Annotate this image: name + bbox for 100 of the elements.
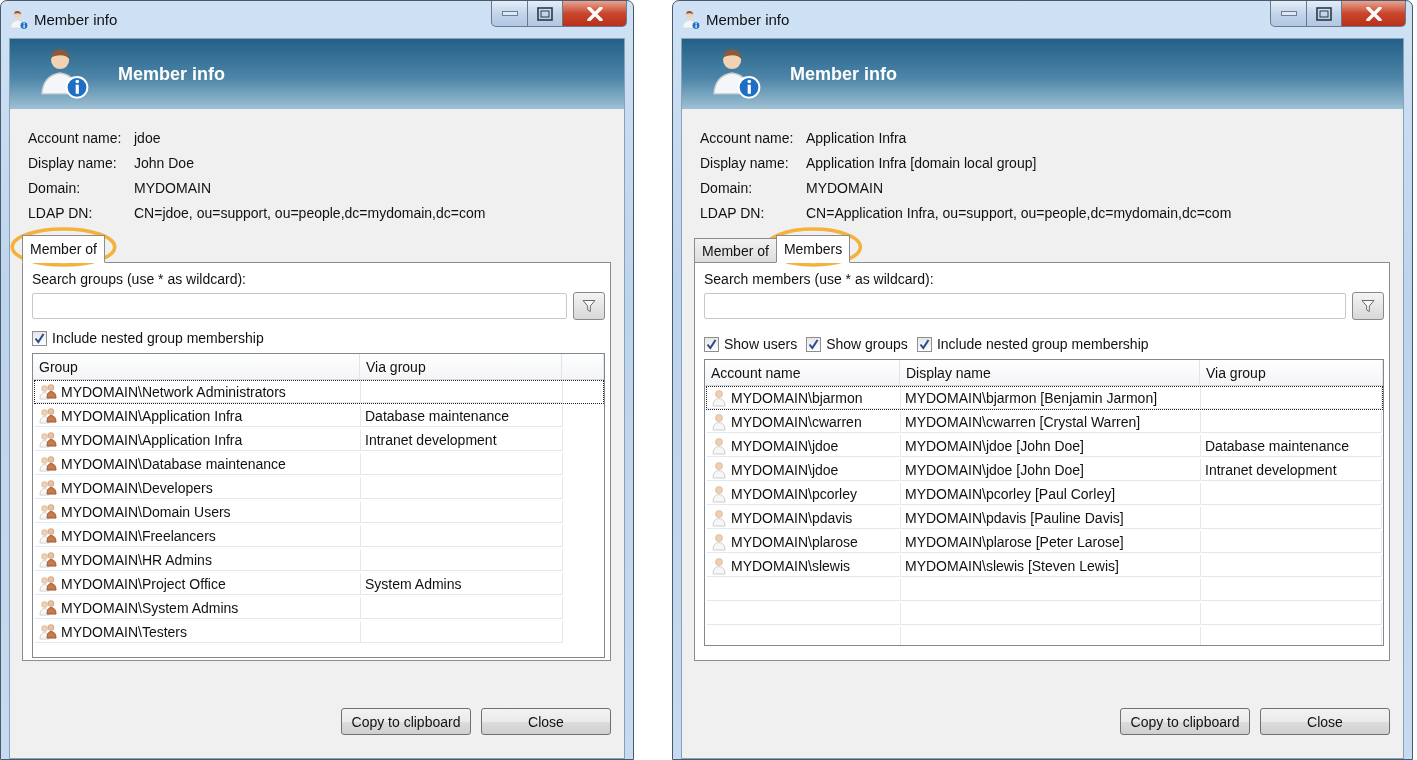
checkbox[interactable] [806,336,822,352]
group-icon [39,574,57,593]
table-row[interactable]: MYDOMAIN\Application Infra Intranet development [34,428,604,452]
table-cell: Intranet development [365,431,497,448]
field-label: Account name: [700,129,795,146]
checkbox-label: Show groups [826,336,908,352]
filter-button[interactable] [1352,292,1384,320]
table-row[interactable]: MYDOMAIN\cwarren MYDOMAIN\cwarren [Crystal Warren] [706,410,1383,434]
copy-button[interactable]: Copy to clipboard [341,708,471,735]
table-row[interactable]: MYDOMAIN\Domain Users [34,500,604,524]
filter-button[interactable] [573,292,605,320]
table-cell: MYDOMAIN\System Admins [61,599,239,616]
minimize-icon [1280,10,1297,17]
window-title: Member info [706,11,790,28]
field-value: Application Infra [806,129,908,146]
checkbox[interactable] [32,330,47,346]
user-info-icon [710,46,762,99]
group-icon [39,550,57,569]
funnel-icon [582,299,596,313]
table-cell: Intranet development [1205,461,1337,478]
table-row[interactable]: MYDOMAIN\Network Administrators [34,380,604,404]
maximize-button[interactable] [527,1,563,27]
field-value: jdoe [134,129,162,146]
table-cell: MYDOMAIN\cwarren [731,413,862,430]
table-row[interactable]: MYDOMAIN\Testers [34,620,604,644]
table-row[interactable]: MYDOMAIN\Freelancers [34,524,604,548]
table-row[interactable]: MYDOMAIN\pcorley MYDOMAIN\pcorley [Paul Corley] [706,482,1383,506]
search-field[interactable] [32,293,567,319]
table-cell: MYDOMAIN\plarose [Peter Larose] [905,533,1124,550]
table-row[interactable]: MYDOMAIN\System Admins [34,596,604,620]
checkmark-icon [918,338,930,350]
table-cell: MYDOMAIN\HR Admins [61,551,212,568]
table-row[interactable]: MYDOMAIN\jdoe MYDOMAIN\jdoe [John Doe] Intranet development [706,458,1383,482]
minimize-button[interactable] [1270,1,1307,27]
checkbox[interactable] [704,336,719,352]
table-row[interactable]: MYDOMAIN\jdoe MYDOMAIN\jdoe [John Doe] Database maintenance [706,434,1383,458]
group-icon [39,406,57,425]
group-icon [39,454,57,473]
table-cell: System Admins [365,575,462,592]
table-cell: MYDOMAIN\Project Office [61,575,226,592]
maximize-button[interactable] [1306,1,1342,27]
table-cell: MYDOMAIN\plarose [731,533,858,550]
table-cell: Database maintenance [365,407,509,424]
field-value: MYDOMAIN [806,179,884,196]
field-value: CN=jdoe, ou=support, ou=people,dc=mydomain,dc=com [134,204,486,221]
field-label: Display name: [28,154,118,171]
close-button[interactable]: Close [1260,708,1390,735]
field-value: CN=Application Infra, ou=support, ou=people,dc=mydomain,dc=com [806,204,1232,221]
tab[interactable]: Member of [694,238,777,262]
group-icon [39,382,57,401]
table-row[interactable]: MYDOMAIN\Application Infra Database maintenance [34,404,604,428]
table-row[interactable]: MYDOMAIN\slewis MYDOMAIN\slewis [Steven Lewis] [706,554,1383,578]
table-cell: MYDOMAIN\slewis [Steven Lewis] [905,557,1119,574]
checkmark-icon [706,338,717,350]
close-button[interactable]: Close [481,708,611,735]
user-icon [711,436,727,455]
column-header[interactable]: Group [39,358,78,375]
user-info-icon [9,10,29,30]
table-row[interactable]: MYDOMAIN\plarose MYDOMAIN\plarose [Peter Larose] [706,530,1383,554]
column-header[interactable]: Via group [366,358,426,375]
field-label: Domain: [28,179,82,196]
window-close-button[interactable] [562,1,627,27]
table-row[interactable]: MYDOMAIN\HR Admins [34,548,604,572]
header-title: Member info [790,63,897,85]
table-row[interactable]: MYDOMAIN\Developers [34,476,604,500]
table-cell: MYDOMAIN\pdavis [Pauline Davis] [905,509,1124,526]
table-cell: MYDOMAIN\jdoe [731,461,839,478]
checkbox-label: Show users [724,336,798,352]
group-icon [39,430,57,449]
user-info-icon [681,10,701,30]
checkbox-label: Include nested group membership [936,336,1149,352]
window-title: Member info [34,11,118,28]
search-field[interactable] [704,293,1346,319]
checkmark-icon [34,332,45,344]
column-header[interactable]: Account name [711,364,801,381]
table-row[interactable]: MYDOMAIN\Project Office System Admins [34,572,604,596]
column-header[interactable]: Display name [906,364,991,381]
table-row[interactable]: MYDOMAIN\pdavis MYDOMAIN\pdavis [Pauline Davis] [706,506,1383,530]
table-cell: MYDOMAIN\slewis [731,557,850,574]
table-row[interactable]: MYDOMAIN\bjarmon MYDOMAIN\bjarmon [Benjamin Jarmon] [706,386,1383,410]
window-close-button[interactable] [1341,1,1406,27]
tab[interactable]: Member of [22,235,105,263]
checkbox[interactable] [916,336,932,352]
user-info-icon [38,46,90,99]
tab[interactable]: Members [775,235,851,263]
group-icon [39,598,57,617]
field-label: Account name: [28,129,123,146]
table-cell: MYDOMAIN\pdavis [731,509,853,526]
table-cell: MYDOMAIN\Developers [61,479,213,496]
column-header[interactable]: Via group [1206,364,1266,381]
table-row[interactable]: MYDOMAIN\Database maintenance [34,452,604,476]
header-title: Member info [118,63,225,85]
table-cell: MYDOMAIN\Application Infra [61,407,243,424]
table-cell: MYDOMAIN\jdoe [John Doe] [905,461,1084,478]
field-label: LDAP DN: [700,204,766,221]
table-cell: MYDOMAIN\Application Infra [61,431,243,448]
field-value: Application Infra [domain local group] [806,154,1038,171]
minimize-button[interactable] [491,1,528,27]
user-icon [711,460,727,479]
copy-button[interactable]: Copy to clipboard [1120,708,1250,735]
